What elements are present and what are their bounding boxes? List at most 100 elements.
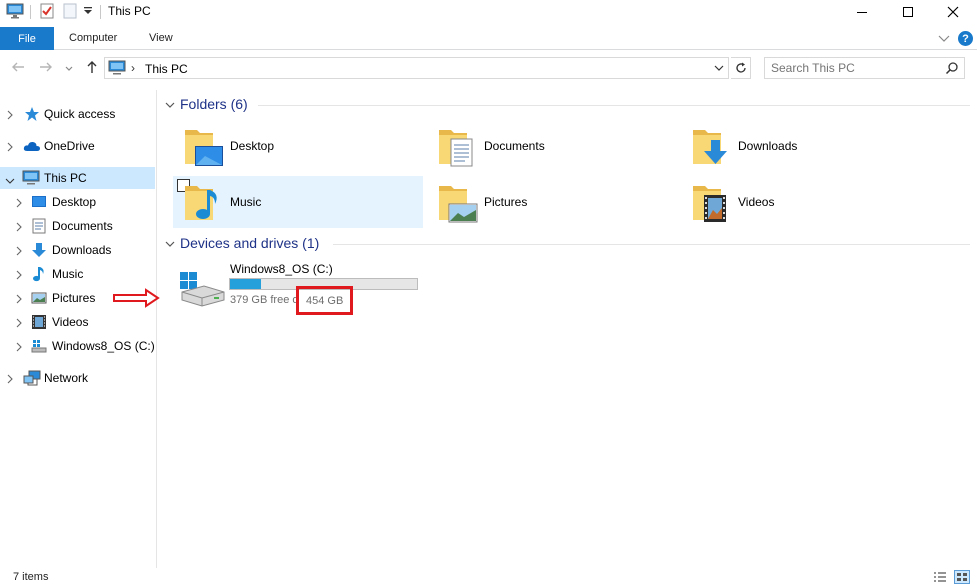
folder-desktop[interactable]: Desktop [173, 120, 423, 172]
tab-view[interactable]: View [149, 32, 173, 44]
customize-toolbar-icon[interactable] [83, 5, 93, 19]
expand-chevron-icon[interactable] [15, 245, 23, 259]
tab-computer[interactable]: Computer [69, 32, 117, 44]
large-icons-view-button[interactable] [954, 570, 970, 584]
properties-icon[interactable] [39, 3, 55, 22]
title-separator [30, 5, 31, 19]
maximize-button[interactable] [885, 0, 930, 24]
collapse-chevron-icon[interactable] [5, 174, 15, 188]
nav-item-downloads[interactable]: Downloads [0, 239, 155, 261]
window-title: This PC [108, 4, 151, 18]
videos-icon [31, 314, 47, 333]
details-view-button[interactable] [932, 570, 948, 584]
nav-item-network[interactable]: Network [0, 367, 155, 389]
address-row: › This PC [0, 55, 977, 81]
star-icon [24, 106, 40, 125]
minimize-button[interactable] [839, 0, 884, 24]
search-box[interactable] [764, 57, 965, 79]
videos-folder-icon [691, 180, 733, 227]
forward-button[interactable] [38, 59, 54, 78]
help-icon[interactable]: ? [958, 31, 973, 46]
nav-item-desktop[interactable]: Desktop [0, 191, 155, 213]
folder-videos[interactable]: Videos [681, 176, 931, 228]
search-input[interactable] [771, 61, 941, 75]
title-bar: This PC [0, 0, 977, 24]
folder-downloads[interactable]: Downloads [681, 120, 931, 172]
nav-label-music: Music [52, 267, 84, 281]
folder-label-downloads: Downloads [738, 139, 798, 153]
this-pc-icon[interactable] [6, 3, 24, 22]
nav-label-desktop: Desktop [52, 195, 97, 209]
status-bar: 7 items [0, 568, 977, 587]
windows-drive-icon [178, 270, 226, 311]
drive-free-space: 379 GB free o [230, 294, 299, 306]
annotation-highlight-box: 454 GB [296, 286, 353, 315]
desktop-folder-icon [183, 124, 225, 171]
tab-file[interactable]: File [0, 27, 54, 50]
nav-item-music[interactable]: Music [0, 263, 155, 285]
collapse-group-icon[interactable] [165, 99, 175, 113]
documents-folder-icon [437, 124, 479, 171]
nav-item-documents[interactable]: Documents [0, 215, 155, 237]
computer-icon [22, 170, 40, 189]
drive-usage-fill [230, 279, 261, 289]
expand-chevron-icon[interactable] [6, 373, 14, 387]
folder-label-pictures: Pictures [484, 195, 528, 209]
expand-ribbon-icon[interactable] [938, 32, 950, 46]
recent-locations-icon[interactable] [64, 62, 74, 76]
breadcrumb-this-pc[interactable]: This PC [145, 62, 188, 76]
network-icon [23, 370, 41, 389]
nav-item-this-pc[interactable]: This PC [0, 167, 155, 189]
drive-total-size: 454 GB [306, 295, 344, 307]
drive-name: Windows8_OS (C:) [230, 262, 333, 276]
expand-chevron-icon[interactable] [15, 197, 23, 211]
nav-label-downloads: Downloads [52, 243, 112, 257]
cloud-icon [23, 138, 41, 157]
folder-label-desktop: Desktop [230, 139, 275, 153]
music-icon [32, 266, 46, 285]
expand-chevron-icon[interactable] [15, 317, 23, 331]
expand-chevron-icon[interactable] [15, 341, 23, 355]
pictures-folder-icon [437, 180, 479, 227]
folder-label-documents: Documents [484, 139, 545, 153]
nav-label-pictures: Pictures [52, 291, 96, 305]
address-dropdown-icon[interactable] [713, 62, 725, 77]
collapse-group-icon[interactable] [165, 238, 175, 252]
desktop-icon [31, 194, 47, 213]
nav-label-network: Network [44, 371, 89, 385]
up-button[interactable] [84, 59, 100, 78]
documents-icon [32, 218, 46, 237]
expand-chevron-icon[interactable] [15, 221, 23, 235]
group-divider [258, 105, 970, 106]
status-item-count: 7 items [13, 571, 49, 583]
breadcrumb-separator[interactable]: › [131, 61, 135, 75]
downloads-folder-icon [691, 124, 733, 171]
download-icon [31, 242, 47, 261]
drive-icon [31, 338, 47, 357]
this-pc-address-icon [108, 60, 126, 79]
address-bar[interactable]: › This PC [104, 57, 729, 79]
nav-label-this-pc: This PC [44, 171, 87, 185]
folder-label-videos: Videos [738, 195, 775, 209]
folder-pictures[interactable]: Pictures [427, 176, 677, 228]
nav-item-quick-access[interactable]: Quick access [0, 103, 155, 125]
new-folder-icon[interactable] [62, 3, 78, 22]
folder-documents[interactable]: Documents [427, 120, 677, 172]
expand-chevron-icon[interactable] [15, 269, 23, 283]
expand-chevron-icon[interactable] [15, 293, 23, 307]
pictures-icon [31, 290, 47, 309]
drives-group-header[interactable]: Devices and drives (1) [180, 235, 319, 251]
search-icon[interactable] [945, 61, 959, 78]
folders-group-header[interactable]: Folders (6) [180, 96, 248, 112]
navigation-pane: Quick access OneDrive This PC Desktop Do… [0, 90, 157, 568]
nav-item-windows8-os[interactable]: Windows8_OS (C:) [0, 335, 155, 357]
nav-label-windows8-os: Windows8_OS (C:) [52, 339, 155, 353]
nav-item-videos[interactable]: Videos [0, 311, 155, 333]
close-button[interactable] [930, 0, 975, 24]
folder-music[interactable]: Music [173, 176, 423, 228]
refresh-button[interactable] [731, 57, 751, 79]
back-button[interactable] [10, 59, 26, 78]
expand-chevron-icon[interactable] [6, 141, 14, 155]
nav-item-onedrive[interactable]: OneDrive [0, 135, 155, 157]
expand-chevron-icon[interactable] [6, 109, 14, 123]
